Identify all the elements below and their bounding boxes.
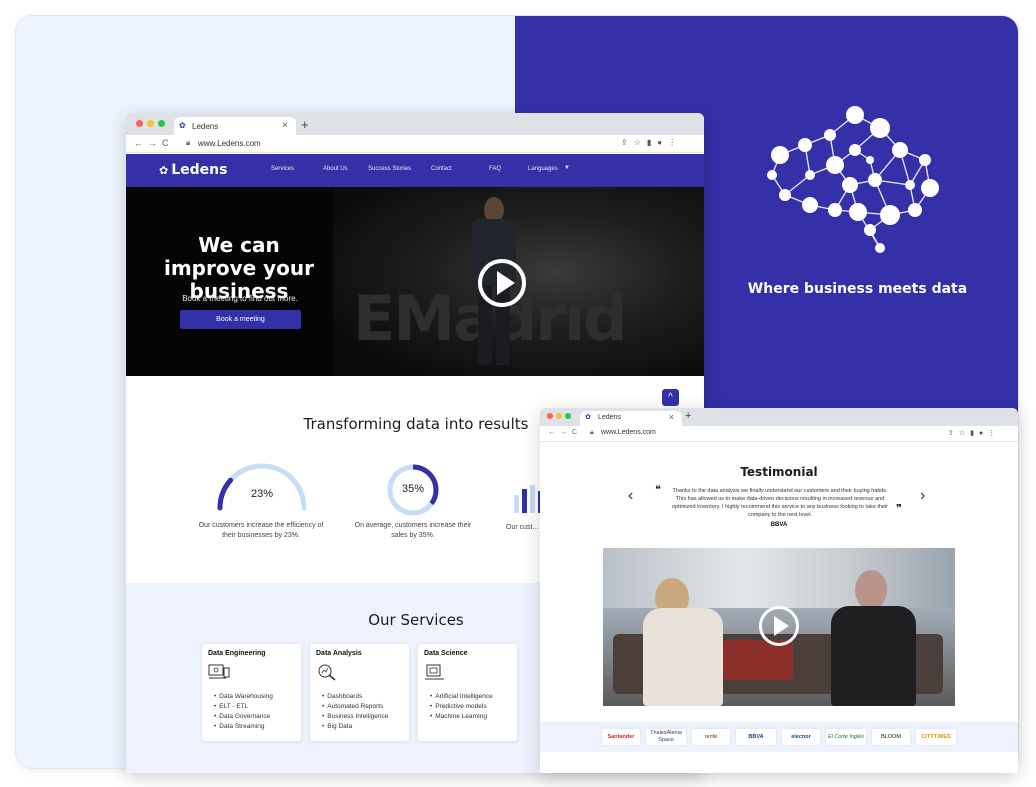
hero-section: EMadrid We can improve your business Boo… [126, 187, 704, 376]
service-list: Artificial Intelligence Predictive model… [424, 692, 511, 722]
open-quote-icon: ❝ [655, 483, 661, 496]
lock-icon: 🔒︎ [186, 138, 191, 147]
logo-renfe: renfe [692, 729, 730, 745]
list-item: Big Data [316, 722, 403, 732]
tab-title: Ledens [192, 122, 219, 131]
minimize-window-icon[interactable] [147, 120, 154, 127]
hero-title: We can improve your business [163, 233, 315, 303]
ai-chip-icon [425, 664, 444, 680]
testimonial-title: Testimonial [740, 465, 818, 479]
nav-languages[interactable]: Languages [528, 166, 558, 172]
stat-value-23: 23% [250, 488, 274, 500]
brain-logo-icon: ✿ [159, 164, 169, 177]
logo-thalesalenia: ThalesAlenia Space [646, 729, 686, 745]
magnifier-chart-icon [318, 664, 336, 681]
service-title: Data Science [424, 650, 468, 657]
testimonial-video[interactable] [603, 548, 955, 706]
list-item: Dashboards [316, 692, 403, 702]
pipeline-icon [208, 664, 230, 679]
list-item: Data Warehousing [208, 692, 295, 702]
service-title: Data Analysis [316, 650, 362, 657]
list-item: Automated Reports [316, 702, 403, 712]
chevron-down-icon[interactable]: ▼ [564, 165, 570, 171]
logo-santander: Santander [602, 729, 640, 745]
stat-caption-23: Our customers increase the efficiency of… [198, 522, 324, 539]
logo-citytimes: CITYTIMES [916, 729, 956, 745]
prev-arrow-icon[interactable]: ‹ [628, 487, 633, 505]
client-logos-strip: Santander ThalesAlenia Space renfe BBVA … [540, 722, 1018, 752]
play-icon[interactable] [759, 606, 799, 646]
play-icon[interactable] [478, 259, 526, 307]
service-list: Dashboards Automated Reports Business In… [316, 692, 403, 732]
service-card-data-engineering[interactable]: Data Engineering Data Warehousing ELT - … [202, 644, 301, 741]
logo-bloom: BLOOM [872, 729, 910, 745]
brain-favicon-icon: ✿ [179, 121, 186, 130]
nav-buttons[interactable]: ←→C [134, 138, 174, 148]
stat-caption-35: On average, customers increase their sal… [354, 522, 472, 539]
new-tab-icon[interactable]: + [685, 410, 691, 422]
service-card-data-analysis[interactable]: Data Analysis Dashboards Automated Repor… [310, 644, 409, 741]
next-arrow-icon[interactable]: › [920, 487, 925, 505]
site-navbar: ✿ Ledens Services About Us Success Storie… [126, 154, 704, 187]
list-item: ELT - ETL [208, 702, 295, 712]
toolbar-icons[interactable]: ⇪☆▮●⋮ [621, 138, 682, 147]
browser-window-testimonial: ✿ Ledens × + ←→C 🔒︎ www.Ledens.com ⇪☆▮●⋮… [540, 408, 1018, 773]
service-title: Data Engineering [208, 650, 266, 657]
nav-about-us[interactable]: About Us [323, 166, 348, 172]
logo-text: Ledens [171, 162, 228, 178]
list-item: Data Streaming [208, 722, 295, 732]
url-field[interactable]: www.Ledens.com [601, 429, 656, 436]
nav-buttons[interactable]: ←→C [548, 429, 582, 436]
tab-ledens[interactable]: ✿ Ledens × [580, 411, 682, 426]
brain-favicon-icon: ✿ [585, 414, 591, 421]
nav-success-stories[interactable]: Success Stories [368, 166, 411, 172]
close-tab-icon[interactable]: × [282, 120, 288, 131]
stat-value-35: 35% [401, 483, 425, 495]
nav-faq[interactable]: FAQ [489, 166, 501, 172]
gauge-23 [217, 463, 307, 511]
url-field[interactable]: www.Ledens.com [198, 139, 261, 148]
tab-ledens[interactable]: ✿ Ledens × [174, 117, 296, 135]
nav-services[interactable]: Services [271, 166, 294, 172]
testimonial-quote: Thanks to the data analysis we finally u… [671, 488, 889, 518]
brain-network-icon [767, 106, 939, 253]
testimonial-author: BBVA [770, 522, 788, 528]
list-item: Data Governance [208, 712, 295, 722]
close-quote-icon: ❞ [896, 502, 902, 515]
hero-subtitle: Book a meeting to find out more. [182, 294, 298, 303]
maximize-window-icon[interactable] [158, 120, 165, 127]
tab-bar: ✿ Ledens × + [540, 408, 1018, 426]
service-list: Data Warehousing ELT - ETL Data Governan… [208, 692, 295, 732]
list-item: Business Intelligence [316, 712, 403, 722]
close-window-icon[interactable] [136, 120, 143, 127]
scroll-top-button[interactable]: ^ [662, 389, 679, 406]
close-window-icon[interactable] [547, 413, 553, 419]
maximize-window-icon[interactable] [565, 413, 571, 419]
minimize-window-icon[interactable] [556, 413, 562, 419]
tab-title: Ledens [598, 414, 621, 421]
list-item: Artificial Intelligence [424, 692, 511, 702]
toolbar-icons[interactable]: ⇪☆▮●⋮ [948, 429, 1000, 437]
logo-el-corte-ingles: El Corte Inglés [826, 729, 866, 745]
close-tab-icon[interactable]: × [669, 412, 674, 422]
logo-elecnor: elecnor [782, 729, 820, 745]
tab-bar: ✿ Ledens × + [126, 113, 704, 135]
tagline: Where business meets data [747, 281, 968, 297]
new-tab-icon[interactable]: + [301, 117, 309, 132]
address-bar: ←→C 🔒︎ www.Ledens.com ⇪☆▮●⋮ [126, 135, 704, 153]
list-item: Predictive models [424, 702, 511, 712]
services-title: Our Services [368, 611, 464, 629]
nav-contact[interactable]: Contact [431, 166, 452, 172]
site-logo[interactable]: ✿ Ledens [159, 162, 227, 178]
lock-icon: 🔒︎ [590, 429, 594, 436]
list-item: Machine Learning [424, 712, 511, 722]
book-meeting-button[interactable]: Book a meeting [180, 310, 301, 329]
logo-bbva: BBVA [736, 729, 776, 745]
results-title: Transforming data into results [303, 415, 529, 433]
service-card-data-science[interactable]: Data Science Artificial Intelligence Pre… [418, 644, 517, 741]
address-bar: ←→C 🔒︎ www.Ledens.com ⇪☆▮●⋮ [540, 426, 1018, 442]
